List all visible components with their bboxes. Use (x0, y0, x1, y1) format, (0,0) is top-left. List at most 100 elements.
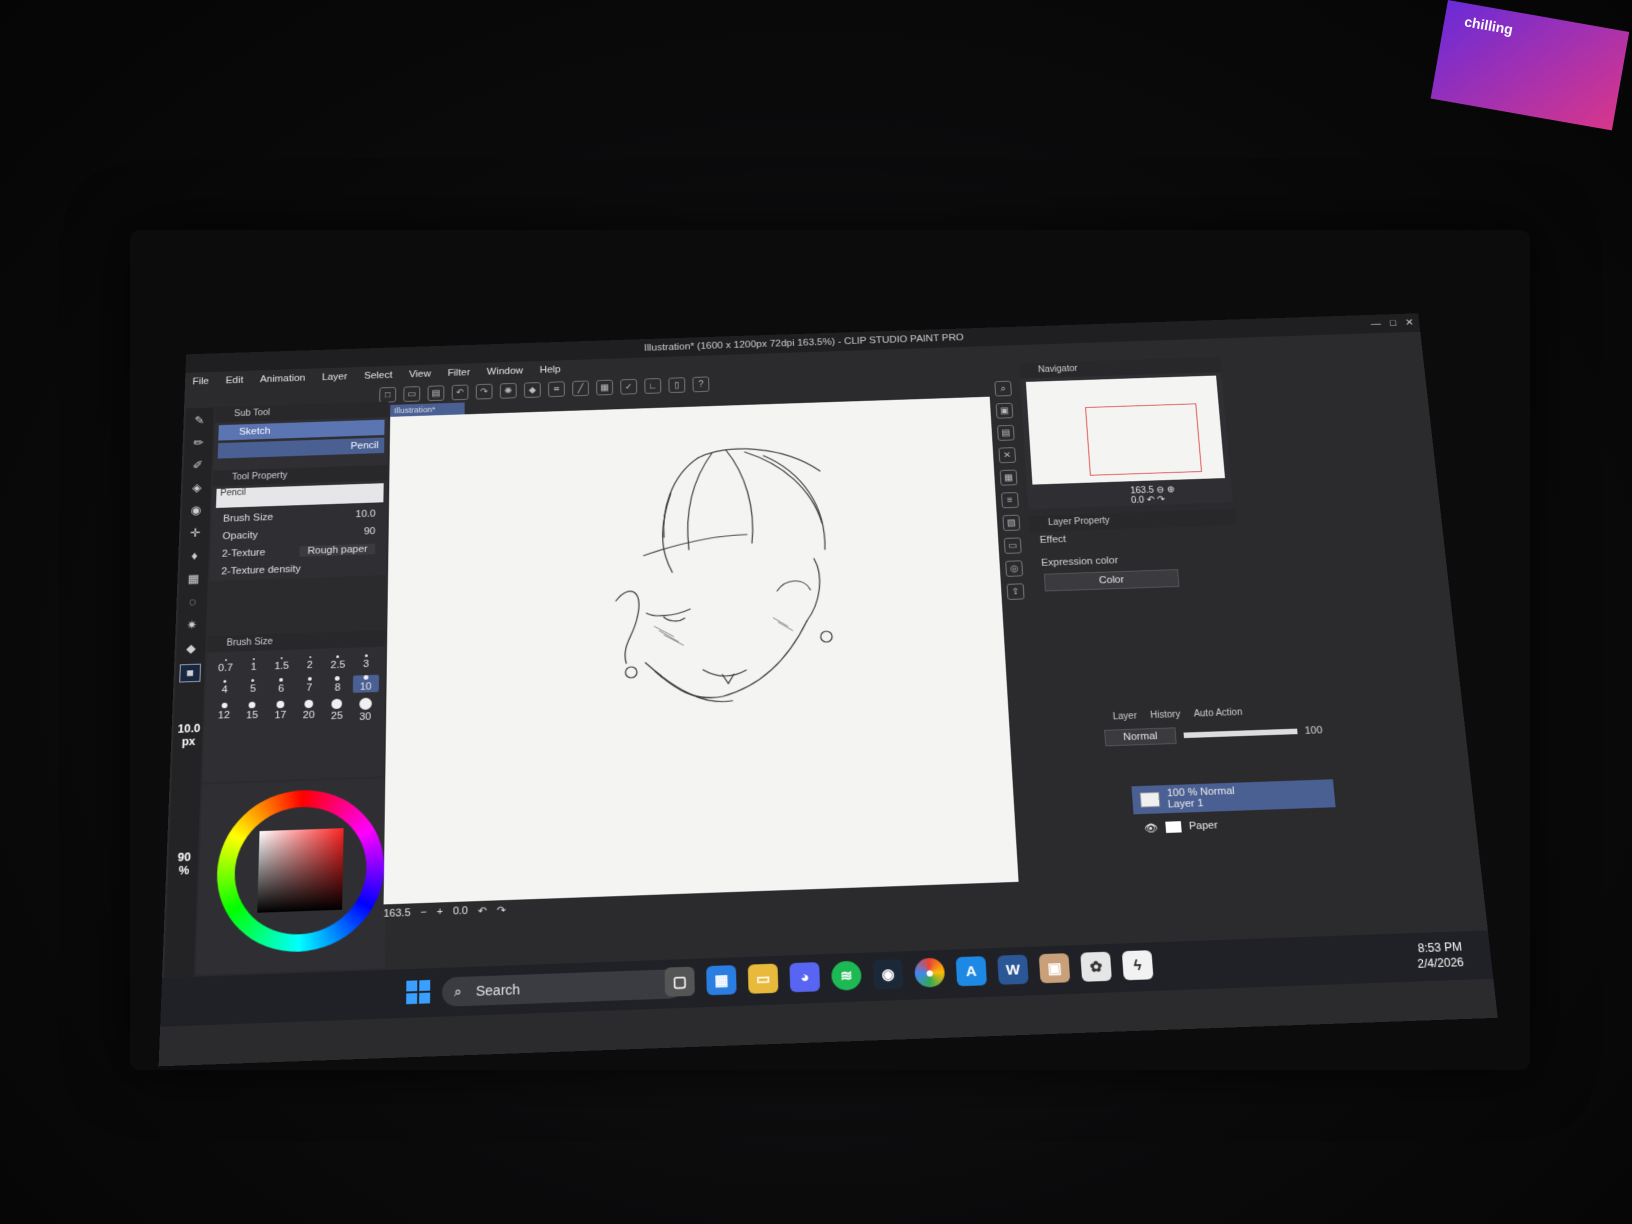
redo-icon[interactable]: ↷ (475, 383, 493, 400)
ruler-icon[interactable]: ∟ (644, 378, 662, 394)
zoom-out-icon[interactable]: − (420, 907, 426, 919)
hue-ring[interactable] (214, 787, 386, 955)
zoom-in-icon[interactable]: + (437, 906, 443, 918)
rotate-right-icon[interactable]: ↷ (497, 903, 506, 916)
fill-icon[interactable]: ◆ (524, 382, 541, 398)
minimize-button[interactable]: — (1370, 315, 1382, 334)
status-zoom[interactable]: 163.5 (383, 907, 410, 919)
brush-size-preset[interactable]: 6 (268, 677, 295, 696)
brush-size-preset[interactable]: 7 (296, 677, 323, 695)
brush-tool-icon[interactable]: ✐ (188, 457, 207, 473)
tab-auto-action[interactable]: Auto Action (1193, 708, 1242, 720)
export-icon[interactable]: ⇪ (1006, 583, 1025, 600)
word-icon[interactable]: W (997, 954, 1029, 985)
tab-layer[interactable]: Layer (1113, 711, 1138, 722)
fill-tool-icon[interactable]: ♦ (185, 548, 205, 565)
navigator-rotate-icon[interactable]: ↶ ↷ (1146, 495, 1165, 505)
sub-tool-pencil[interactable]: Pencil (217, 437, 385, 459)
close-button[interactable]: ✕ (1404, 314, 1415, 333)
brush-size-preset[interactable]: 25 (324, 698, 351, 724)
panel-close-icon[interactable]: ✕ (998, 447, 1017, 464)
maximize-button[interactable]: □ (1389, 314, 1397, 333)
grid-panel-icon[interactable]: ▦ (999, 469, 1018, 486)
texture-value[interactable]: Rough paper (299, 543, 376, 557)
brush-size-preset[interactable]: 5 (240, 678, 267, 697)
blend-tool-icon[interactable]: ◉ (186, 502, 205, 518)
navigator-viewport-frame[interactable] (1085, 403, 1203, 476)
brush-size-preset[interactable]: 2 (297, 656, 324, 672)
navigator-zoom-out-icon[interactable]: ⊖ ⊕ (1156, 485, 1175, 495)
check-icon[interactable]: ✓ (620, 378, 638, 395)
grid-tool-icon[interactable]: ▦ (184, 571, 204, 588)
eraser-tool-icon[interactable]: ◈ (187, 480, 206, 496)
help-icon[interactable]: ? (692, 376, 710, 393)
camera-icon[interactable]: ◎ (1005, 560, 1024, 577)
brush-size-preset[interactable]: 12 (210, 702, 237, 728)
layer-opacity-value[interactable]: 100 (1304, 725, 1323, 737)
chrome-icon[interactable]: ● (914, 957, 946, 988)
windows-start-icon[interactable] (406, 979, 431, 1005)
move-tool-icon[interactable]: ✛ (186, 525, 205, 541)
discord-icon[interactable]: ◕ (789, 962, 821, 993)
pencil-tool-icon[interactable]: ✏ (189, 435, 208, 451)
brush-size-preset[interactable]: 4 (211, 679, 238, 698)
store-icon[interactable]: ▦ (706, 965, 737, 996)
panel-icon[interactable]: ▤ (997, 424, 1015, 441)
snap-grid-icon[interactable]: ▦ (596, 379, 614, 396)
expression-color-dropdown[interactable]: Color (1043, 569, 1180, 592)
menu-edit[interactable]: Edit (225, 375, 243, 386)
brush-size-preset[interactable]: 0.7 (212, 659, 239, 675)
crop-icon[interactable]: ⌗ (548, 381, 565, 398)
chatgpt-icon[interactable]: ✿ (1080, 951, 1112, 982)
brush-size-preset[interactable]: 17 (267, 700, 294, 726)
taskbar-search[interactable]: ⌕ Search (441, 968, 685, 1007)
brush-size-preset[interactable]: 8 (324, 676, 351, 694)
list-panel-icon[interactable]: ≡ (1001, 492, 1019, 509)
menu-view[interactable]: View (409, 369, 431, 380)
brush-size-preset[interactable]: 1 (240, 658, 267, 674)
steam-icon[interactable]: ◉ (872, 959, 904, 990)
brush-size-preset-selected[interactable]: 10 (352, 674, 380, 693)
status-angle[interactable]: 0.0 (453, 905, 468, 917)
clip-studio-icon[interactable]: ϟ (1121, 950, 1154, 981)
layer-opacity-slider[interactable] (1183, 728, 1298, 739)
brush-size-value[interactable]: 10.0 (355, 509, 375, 520)
brush-size-preset[interactable]: 15 (239, 701, 266, 727)
book-icon[interactable]: ▯ (668, 377, 686, 394)
app-store-icon[interactable]: A (955, 956, 987, 987)
menu-layer[interactable]: Layer (322, 372, 348, 383)
open-file-icon[interactable]: ▭ (403, 386, 421, 402)
pen-tool-icon[interactable]: ✎ (190, 413, 209, 429)
brush-size-preset[interactable]: 30 (352, 697, 379, 723)
task-view-icon[interactable]: ▢ (664, 966, 695, 997)
brush-size-preset[interactable]: 3 (353, 654, 379, 670)
search-icon[interactable]: ⌕ (994, 380, 1012, 397)
minecraft-icon[interactable]: ▣ (1038, 953, 1071, 984)
opacity-value[interactable]: 90 (364, 526, 376, 537)
menu-animation[interactable]: Animation (260, 373, 306, 385)
spotify-icon[interactable]: ≋ (830, 960, 862, 991)
rotate-left-icon[interactable]: ↶ (478, 904, 487, 917)
taskbar-clock[interactable]: 8:53 PM 2/4/2026 (1415, 939, 1465, 972)
navigator-preview[interactable] (1025, 375, 1226, 485)
brush-size-preset[interactable]: 20 (295, 699, 322, 725)
lasso-tool-icon[interactable]: ◌ (183, 594, 203, 611)
menu-filter[interactable]: Filter (448, 368, 471, 379)
navigator-rotation[interactable]: 0.0 (1131, 496, 1145, 506)
menu-select[interactable]: Select (364, 370, 392, 381)
main-color-swatch[interactable]: ■ (179, 663, 202, 683)
brush-size-preset[interactable]: 1.5 (268, 657, 295, 673)
menu-window[interactable]: Window (487, 366, 523, 377)
tab-history[interactable]: History (1150, 710, 1181, 721)
magic-wand-icon[interactable]: ✷ (182, 617, 202, 634)
saturation-value-square[interactable] (257, 828, 344, 913)
file-explorer-icon[interactable]: ▭ (747, 963, 779, 994)
blend-mode-select[interactable]: Normal (1104, 727, 1177, 747)
brush-size-preset[interactable]: 2.5 (325, 655, 351, 671)
settings-icon[interactable]: ✺ (499, 382, 517, 399)
menu-file[interactable]: File (192, 376, 209, 387)
save-icon[interactable]: ▤ (427, 385, 445, 402)
material-icon[interactable]: ▣ (995, 402, 1014, 419)
eye-icon[interactable]: 👁 (1144, 822, 1158, 834)
snap-ruler-icon[interactable]: ╱ (572, 380, 589, 397)
